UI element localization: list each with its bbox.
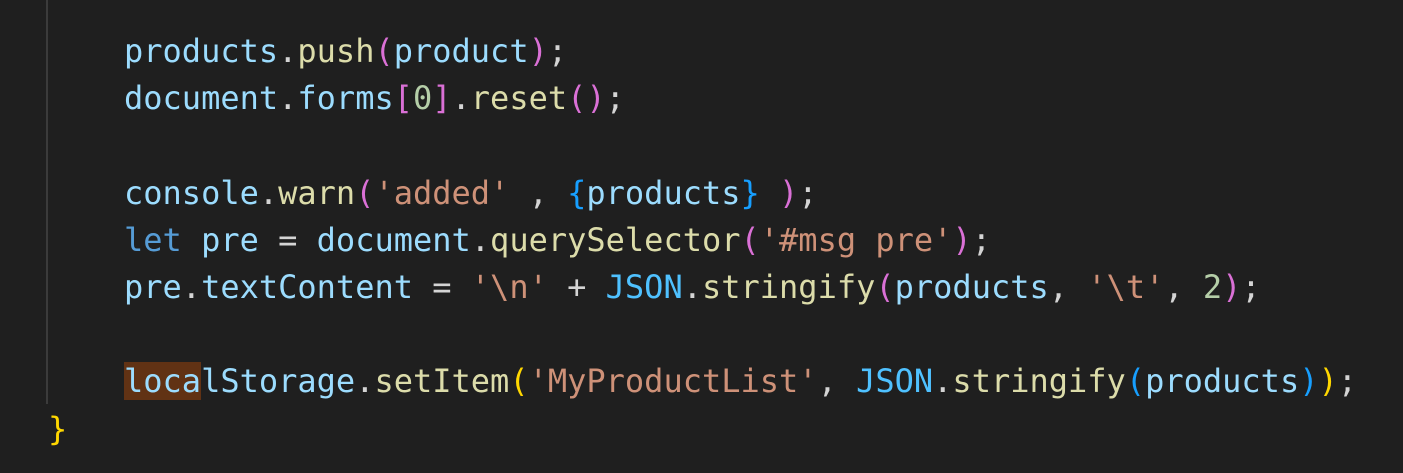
code-token: product [393,32,529,70]
indent-guide [46,0,48,404]
code-token: ) [779,173,799,212]
code-token: ; [971,220,991,259]
code-line[interactable]: document.forms[0].reset(); [124,75,625,122]
code-line[interactable]: localStorage.setItem('MyProductList', JS… [124,358,1357,405]
code-token: , [509,173,568,212]
code-token: { [567,173,587,212]
code-token: stringify [701,268,876,306]
code-token: ] [432,79,452,118]
code-token: ; [1241,268,1261,306]
code-token: lStorage [201,362,356,401]
code-token: 2 [1202,268,1223,306]
code-token: reset [470,79,568,118]
code-token: ( [1125,362,1146,401]
code-token: JSON [605,268,683,306]
code-token: pre [124,268,182,306]
code-token: JSON [856,362,934,401]
code-token: ; [605,79,625,118]
code-token: products [1145,362,1300,401]
code-token: pre [201,220,259,259]
code-token: warn [278,173,356,212]
code-token: '\t' [1087,268,1165,306]
code-token: + [547,268,606,306]
code-token: console [124,173,259,212]
code-token: document [316,220,471,259]
code-token: () [567,79,606,118]
code-token: products [586,173,741,212]
code-token: products [894,268,1049,306]
code-token: let [124,220,182,259]
code-token: . [682,268,702,306]
code-token: ) [952,220,972,259]
code-token: ; [1337,362,1357,401]
code-token: ) [1299,362,1319,401]
code-token: querySelector [490,220,741,259]
code-token: ( [875,268,895,306]
code-line[interactable]: pre.textContent = '\n' + JSON.stringify(… [124,264,1261,311]
code-token: , [817,362,857,401]
code-token: '#msg pre' [759,220,953,259]
code-line[interactable]: products.push(product); [124,28,567,75]
code-token: . [451,79,471,118]
code-token: push [297,32,375,70]
code-token: textContent [201,268,413,306]
code-token: ( [355,173,375,212]
code-token: , [1164,268,1203,306]
code-token: [ [393,79,413,118]
code-token: } [48,409,68,448]
code-editor[interactable]: products.push(product); document.forms[0]… [0,0,1403,473]
code-line[interactable]: } [48,406,67,453]
code-token: ; [798,173,818,212]
code-token: . [470,220,491,259]
code-token: . [278,32,298,70]
code-line[interactable]: console.warn('added' , {products} ); [124,170,818,217]
code-token: ) [1318,362,1338,401]
code-token: = [412,268,471,306]
code-token: ( [740,220,760,259]
code-token: ( [509,362,529,401]
code-token: 'MyProductList' [528,362,818,401]
code-token: forms [297,79,394,118]
code-token: '\n' [470,268,548,306]
code-token: setItem [374,362,510,401]
code-token: ; [547,32,568,70]
code-token: . [278,79,298,118]
code-token: 'added' [374,173,510,212]
code-token: 0 [412,79,433,118]
code-token: . [181,268,202,306]
code-token: } [740,173,760,212]
code-token: . [355,362,375,401]
code-token: ) [1222,268,1242,306]
code-token: products [124,32,279,70]
code-line[interactable]: let pre = document.querySelector('#msg p… [124,217,991,264]
code-token: . [258,173,279,212]
code-token: . [933,362,953,401]
code-token: = [258,220,317,259]
code-token: stringify [952,362,1126,401]
code-token: ) [528,32,548,70]
code-token: ( [374,32,394,70]
code-token: document [124,79,279,118]
code-token: , [1048,268,1088,306]
highlighted-token: loca [124,362,202,401]
